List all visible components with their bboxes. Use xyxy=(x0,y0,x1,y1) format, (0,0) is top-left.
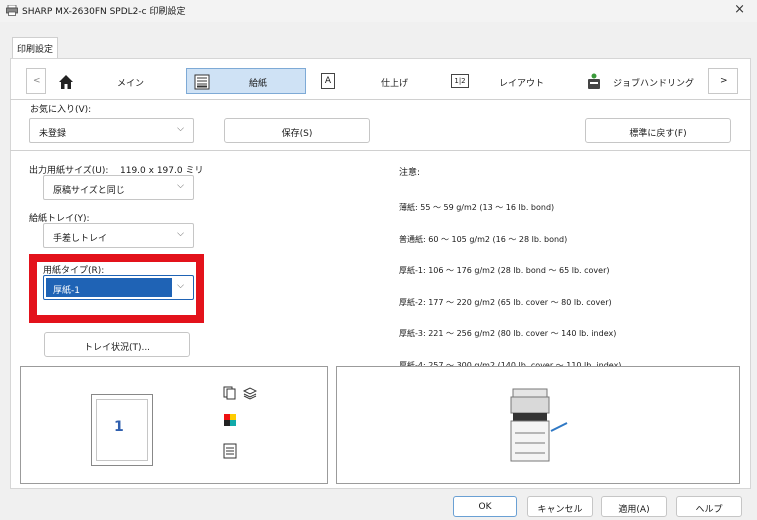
nav-item-job-handling[interactable]: ジョブハンドリング xyxy=(578,68,702,94)
nav-item-layout[interactable]: 1|2 レイアウト xyxy=(448,68,570,94)
paper-tray-value: 手差しトレイ xyxy=(53,234,108,244)
document-icon xyxy=(223,443,237,459)
chevron-down-icon: ⌵ xyxy=(177,124,184,134)
apply-button[interactable]: 適用(A) xyxy=(601,496,667,517)
copies-icon xyxy=(223,386,236,400)
favorites-value: 未登録 xyxy=(39,129,67,139)
nav-item-finishing[interactable]: A 仕上げ xyxy=(316,68,440,94)
nav-item-main-label: メイン xyxy=(117,79,145,89)
nav-next-label: > xyxy=(720,76,728,86)
close-button[interactable]: × xyxy=(734,2,745,17)
home-icon xyxy=(59,75,73,89)
title-bar: SHARP MX-2630FN SPDL2-c 印刷設定 × xyxy=(0,0,757,22)
printer-icon xyxy=(6,5,18,16)
page-thumbnail: 1 xyxy=(91,394,153,466)
finishing-icon: A xyxy=(321,73,335,89)
help-button[interactable]: ヘルプ xyxy=(676,496,742,517)
nav-item-paper-label: 給紙 xyxy=(249,79,268,89)
notes-line: 普通紙: 60 ～ 105 g/m2 (16 ～ 28 lb. bond) xyxy=(399,234,568,244)
notes-line: 厚紙-1: 106 ～ 176 g/m2 (28 lb. bond ～ 65 l… xyxy=(399,266,610,275)
cancel-button[interactable]: キャンセル xyxy=(527,496,593,517)
layout-icon: 1|2 xyxy=(451,74,469,88)
notes-line: 厚紙-3: 221 ～ 256 g/m2 (80 lb. cover ～ 140… xyxy=(399,329,617,338)
divider xyxy=(10,150,751,151)
output-size-select[interactable]: 原稿サイズと同じ ⌵ xyxy=(43,175,194,200)
divider xyxy=(10,99,751,100)
notes-line: 厚紙-2: 177 ～ 220 g/m2 (65 lb. cover ～ 80 … xyxy=(399,297,612,307)
job-handling-icon xyxy=(588,73,600,89)
notes-title: 注意: xyxy=(399,168,421,178)
paper-tray-icon xyxy=(194,74,210,90)
nav-item-layout-label: レイアウト xyxy=(499,79,545,89)
nav-item-finishing-label: 仕上げ xyxy=(381,79,409,89)
chevron-down-icon: ⌵ xyxy=(177,229,184,239)
nav-next-button[interactable]: > xyxy=(708,68,738,94)
nav-item-main[interactable]: メイン xyxy=(50,68,178,94)
ok-button[interactable]: OK xyxy=(453,496,517,517)
paper-tray-select[interactable]: 手差しトレイ ⌵ xyxy=(43,223,194,248)
nav-prev-button[interactable]: < xyxy=(26,68,46,94)
stack-icon xyxy=(243,387,257,400)
red-highlight-frame xyxy=(29,254,204,323)
window-title: SHARP MX-2630FN SPDL2-c 印刷設定 xyxy=(22,7,186,17)
nav-item-job-handling-label: ジョブハンドリング xyxy=(613,79,695,89)
printer-preview xyxy=(336,366,740,484)
tab-print-settings[interactable]: 印刷設定 xyxy=(12,37,58,59)
favorites-select[interactable]: 未登録 ⌵ xyxy=(29,118,194,143)
page-preview: 1 xyxy=(20,366,328,484)
favorites-label: お気に入り(V): xyxy=(30,105,92,115)
chevron-down-icon: ⌵ xyxy=(177,181,184,191)
save-button[interactable]: 保存(S) xyxy=(224,118,370,143)
nav-item-paper[interactable]: 給紙 xyxy=(186,68,306,94)
tray-status-button[interactable]: トレイ状況(T)... xyxy=(44,332,190,357)
notes-line: 薄紙: 55 ～ 59 g/m2 (13 ～ 16 lb. bond) xyxy=(399,203,555,212)
color-icon xyxy=(224,414,236,426)
reset-defaults-button[interactable]: 標準に戻す(F) xyxy=(585,118,731,143)
nav-prev-label: < xyxy=(33,76,41,86)
output-size-value: 原稿サイズと同じ xyxy=(53,186,125,196)
notes-list: 薄紙: 55 ～ 59 g/m2 (13 ～ 16 lb. bond) 普通紙:… xyxy=(399,182,621,382)
printer-illustration xyxy=(510,388,568,462)
page-number: 1 xyxy=(114,419,124,435)
